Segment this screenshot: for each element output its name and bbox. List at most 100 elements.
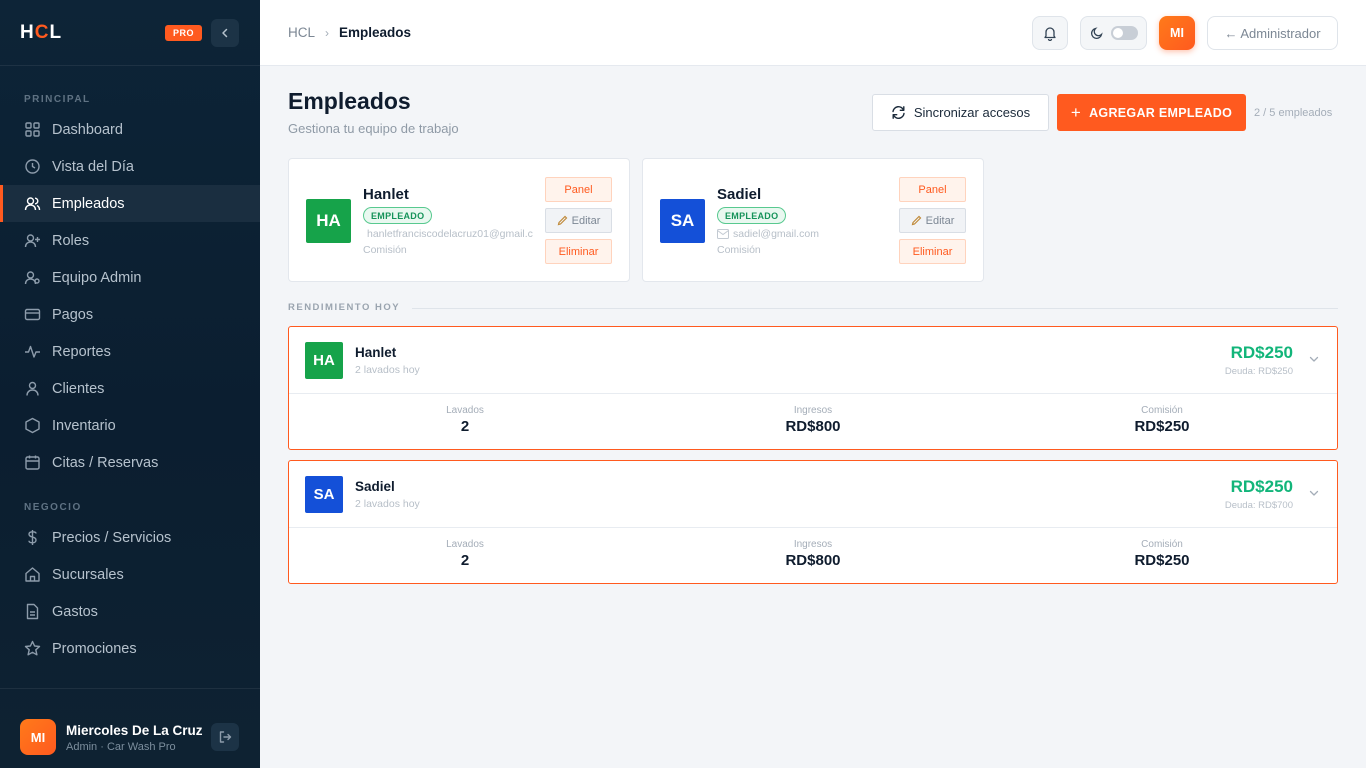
- breadcrumb-current: Empleados: [339, 25, 412, 40]
- edit-button[interactable]: Editar: [545, 208, 612, 233]
- dollar-icon: [24, 529, 41, 546]
- topbar: HCL › Empleados MI ← Administrador: [260, 0, 1366, 66]
- chevron-left-icon: [222, 28, 228, 38]
- file-icon: [24, 603, 41, 620]
- panel-button[interactable]: Panel: [899, 177, 966, 202]
- washes-today: 2 lavados hoy: [355, 364, 420, 376]
- grid-icon: [24, 121, 41, 138]
- add-employee-button[interactable]: + AGREGAR EMPLEADO: [1057, 94, 1246, 131]
- sidebar-item-inventario[interactable]: Inventario: [0, 407, 260, 444]
- sidebar-item-roles[interactable]: Roles: [0, 222, 260, 259]
- panel-button[interactable]: Panel: [545, 177, 612, 202]
- theme-toggle[interactable]: [1080, 16, 1147, 50]
- box-icon: [24, 417, 41, 434]
- washes-today: 2 lavados hoy: [355, 498, 420, 510]
- logout-icon: [219, 731, 232, 743]
- sidebar-item-reportes[interactable]: Reportes: [0, 333, 260, 370]
- stat-commission: Comisión RD$250: [1134, 539, 1190, 569]
- mail-icon: [717, 229, 729, 239]
- sidebar-item-precios-servicios[interactable]: Precios / Servicios: [0, 519, 260, 556]
- delete-button[interactable]: Eliminar: [899, 239, 966, 264]
- sidebar-user: MI Miercoles De La Cruz Admin · Car Wash…: [0, 688, 260, 768]
- sidebar-item-equipo-admin[interactable]: Equipo Admin: [0, 259, 260, 296]
- administrador-button[interactable]: ← Administrador: [1207, 16, 1338, 50]
- page-subtitle: Gestiona tu equipo de trabajo: [288, 121, 459, 136]
- stat-income: Ingresos RD$800: [785, 539, 841, 569]
- chevron-down-icon[interactable]: [1308, 487, 1320, 499]
- user-avatar-button[interactable]: MI: [1159, 16, 1195, 50]
- chevron-right-icon: ›: [325, 25, 330, 40]
- sidebar-item-pagos[interactable]: Pagos: [0, 296, 260, 333]
- users-icon: [24, 195, 41, 212]
- sidebar-item-dashboard[interactable]: Dashboard: [0, 111, 260, 148]
- notifications-button[interactable]: [1032, 16, 1068, 50]
- pro-badge: PRO: [165, 25, 203, 41]
- logout-button[interactable]: [211, 723, 239, 751]
- employee-avatar: SA: [660, 199, 705, 243]
- commission-amount: RD$250: [1230, 343, 1293, 362]
- employee-card: HA Hanlet EMPLEADO hanletfranciscodelacr…: [288, 158, 630, 282]
- employee-commission: Comisión: [717, 244, 761, 256]
- sidebar-item-citas-reservas[interactable]: Citas / Reservas: [0, 444, 260, 481]
- avatar[interactable]: MI: [20, 719, 56, 755]
- breadcrumb-root[interactable]: HCL: [288, 25, 315, 40]
- nav-negocio: Precios / Servicios Sucursales Gastos Pr…: [0, 519, 260, 667]
- sidebar-item-clientes[interactable]: Clientes: [0, 370, 260, 407]
- role-badge: EMPLEADO: [717, 207, 787, 224]
- sync-access-button[interactable]: Sincronizar accesos: [872, 94, 1049, 131]
- employee-name: Hanlet: [355, 345, 397, 360]
- performance-row[interactable]: HA Hanlet 2 lavados hoy RD$250 Deuda: RD…: [288, 326, 1338, 450]
- refresh-icon: [892, 106, 905, 119]
- sidebar: HCL PRO PRINCIPAL Dashboard Vista del Dí…: [0, 0, 260, 768]
- user-plus-icon: [24, 232, 41, 249]
- role-badge: EMPLEADO: [363, 207, 433, 224]
- debt-amount: Deuda: RD$250: [1224, 366, 1293, 377]
- employee-name: Sadiel: [717, 186, 762, 203]
- delete-button[interactable]: Eliminar: [545, 239, 612, 264]
- sidebar-item-gastos[interactable]: Gastos: [0, 593, 260, 630]
- section-negocio: NEGOCIO: [24, 502, 82, 513]
- divider: [412, 308, 1338, 309]
- activity-icon: [24, 343, 41, 360]
- employee-count: 2 / 5 empleados: [1254, 107, 1333, 119]
- employee-avatar: SA: [305, 476, 343, 513]
- page-title: Empleados: [288, 88, 411, 114]
- sidebar-item-sucursales[interactable]: Sucursales: [0, 556, 260, 593]
- card-icon: [24, 306, 41, 323]
- sidebar-header: HCL PRO: [0, 0, 260, 66]
- sidebar-item-vista-del-dia[interactable]: Vista del Día: [0, 148, 260, 185]
- performance-heading: RENDIMIENTO HOY: [288, 302, 401, 313]
- employee-card: SA Sadiel EMPLEADO sadiel@gmail.com Comi…: [642, 158, 984, 282]
- logo[interactable]: HCL: [20, 22, 62, 44]
- employee-avatar: HA: [306, 199, 351, 243]
- home-icon: [24, 566, 41, 583]
- edit-button[interactable]: Editar: [899, 208, 966, 233]
- collapse-sidebar-button[interactable]: [211, 19, 239, 47]
- sidebar-item-empleados[interactable]: Empleados: [0, 185, 260, 222]
- pencil-icon: [557, 215, 567, 226]
- sidebar-item-promociones[interactable]: Promociones: [0, 630, 260, 667]
- commission-amount: RD$250: [1230, 477, 1293, 496]
- stat-washes: Lavados 2: [446, 405, 484, 435]
- user-role: Admin · Car Wash Pro: [66, 741, 176, 753]
- team-icon: [24, 269, 41, 286]
- performance-row-header: SA Sadiel 2 lavados hoy RD$250 Deuda: RD…: [289, 461, 1337, 528]
- moon-icon: [1090, 27, 1103, 40]
- employee-name: Hanlet: [363, 186, 409, 203]
- debt-amount: Deuda: RD$700: [1224, 500, 1293, 511]
- chevron-down-icon[interactable]: [1308, 353, 1320, 365]
- stat-commission: Comisión RD$250: [1134, 405, 1190, 435]
- nav-principal: Dashboard Vista del Día Empleados Roles …: [0, 111, 260, 481]
- employee-commission: Comisión: [363, 244, 407, 256]
- employee-name: Sadiel: [355, 479, 395, 494]
- bell-icon: [1044, 27, 1056, 41]
- section-principal: PRINCIPAL: [24, 94, 91, 105]
- performance-row[interactable]: SA Sadiel 2 lavados hoy RD$250 Deuda: RD…: [288, 460, 1338, 584]
- performance-row-header: HA Hanlet 2 lavados hoy RD$250 Deuda: RD…: [289, 327, 1337, 394]
- employee-email: hanletfranciscodelacruz01@gmail.com: [363, 228, 533, 240]
- user-icon: [24, 380, 41, 397]
- stat-washes: Lavados 2: [446, 539, 484, 569]
- pencil-icon: [911, 215, 921, 226]
- employee-email: sadiel@gmail.com: [717, 228, 887, 240]
- star-icon: [24, 640, 41, 657]
